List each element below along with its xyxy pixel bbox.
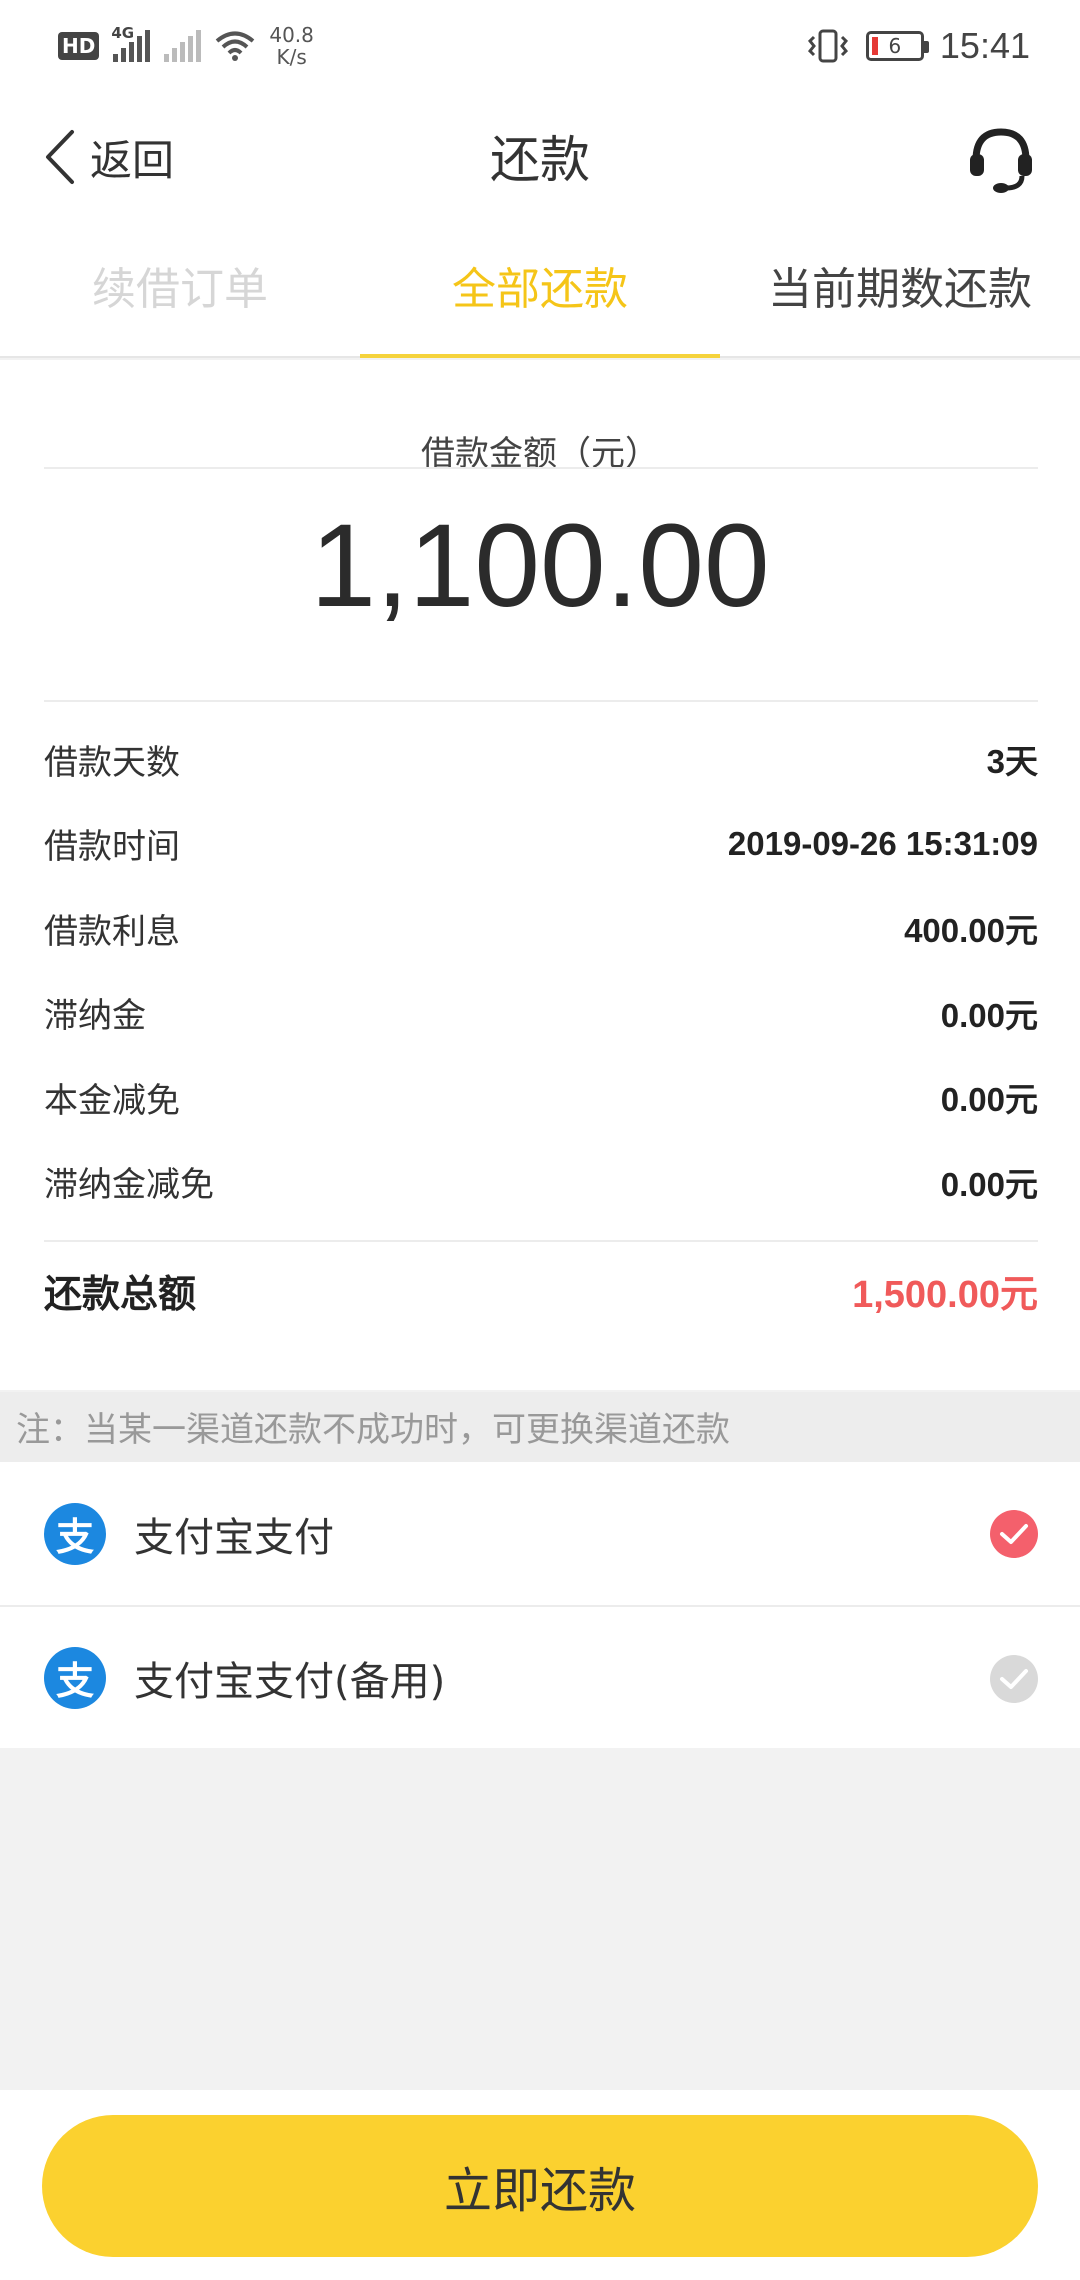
detail-row-principal-waiver: 本金减免 0.00元: [44, 1055, 1038, 1140]
wifi-icon: [216, 31, 255, 61]
status-right: 6 15:41: [806, 22, 1030, 70]
hd-badge: HD: [58, 32, 100, 60]
detail-value: 2019-09-26 15:31:09: [727, 824, 1038, 862]
payment-option-alipay[interactable]: 支 支付宝支付: [0, 1462, 1080, 1605]
total-repayment-row: 还款总额 1,500.00元: [44, 1240, 1038, 1340]
detail-label: 借款利息: [44, 911, 180, 952]
tab-renew-order[interactable]: 续借订单: [0, 222, 360, 356]
page-title: 还款: [490, 131, 590, 189]
loan-amount-value: 1,100.00: [310, 500, 770, 632]
battery-icon: 6: [865, 31, 929, 61]
detail-label: 滞纳金: [44, 996, 146, 1037]
detail-row-loan-time: 借款时间 2019-09-26 15:31:09: [44, 802, 1038, 887]
payment-method-list: 支 支付宝支付 支 支付宝支付(备用): [0, 1462, 1080, 1748]
cellular-signal-icon: 4G: [111, 24, 151, 62]
status-bar: HD 4G 40.8 K/s 6 15:41: [0, 0, 1080, 92]
payment-option-alipay-backup[interactable]: 支 支付宝支付(备用): [0, 1605, 1080, 1748]
status-left: HD 4G 40.8 K/s: [58, 22, 314, 70]
detail-label: 本金减免: [44, 1080, 180, 1121]
channel-note-text: 注：当某一渠道还款不成功时，可更换渠道还款: [16, 1410, 730, 1450]
detail-row-interest: 借款利息 400.00元: [44, 886, 1038, 971]
tab-current-period-repayment[interactable]: 当前期数还款: [720, 222, 1080, 356]
detail-label: 借款天数: [44, 742, 180, 783]
alipay-icon: 支: [44, 1502, 106, 1565]
loan-summary: 借款金额（元） 1,100.00 借款天数 3天 借款时间 2019-09-26…: [0, 360, 1080, 1390]
summary-divider-top: [44, 700, 1038, 702]
repayment-screen: HD 4G 40.8 K/s 6 15:41 返回 还款 续借订单 全部还款 当…: [0, 0, 1080, 2280]
secondary-signal-icon: [164, 30, 202, 62]
network-type-label: 4G: [111, 24, 135, 42]
payment-option-label: 支付宝支付: [134, 1514, 334, 1561]
detail-value: 0.00元: [940, 996, 1038, 1034]
channel-note: 注：当某一渠道还款不成功时，可更换渠道还款: [0, 1392, 1080, 1462]
detail-value: 3天: [986, 743, 1038, 781]
vibrate-icon: [807, 29, 848, 63]
detail-value: 400.00元: [904, 912, 1038, 950]
detail-row-loan-days: 借款天数 3天: [44, 717, 1038, 802]
battery-level: 6: [888, 34, 902, 58]
detail-row-late-fee: 滞纳金 0.00元: [44, 971, 1038, 1056]
network-speed-unit: K/s: [276, 45, 307, 69]
total-repayment-label: 还款总额: [44, 1271, 197, 1316]
total-repayment-value: 1,500.00元: [852, 1273, 1038, 1316]
detail-value: 0.00元: [940, 1081, 1038, 1119]
network-speed-value: 40.8: [269, 23, 314, 47]
loan-detail-list: 借款天数 3天 借款时间 2019-09-26 15:31:09 借款利息 40…: [44, 717, 1038, 1224]
alipay-icon: 支: [44, 1646, 106, 1709]
network-speed: 40.8 K/s: [269, 24, 314, 68]
tab-full-repayment[interactable]: 全部还款: [360, 222, 720, 358]
repay-now-button[interactable]: 立即还款: [42, 2115, 1038, 2257]
detail-value: 0.00元: [940, 1165, 1038, 1203]
detail-label: 滞纳金减免: [44, 1165, 214, 1206]
checkmark-selected-icon[interactable]: [990, 1510, 1038, 1558]
checkmark-unselected-icon[interactable]: [990, 1655, 1038, 1703]
detail-label: 借款时间: [44, 827, 180, 868]
repayment-tabs: 续借订单 全部还款 当前期数还款: [0, 222, 1080, 358]
payment-option-label: 支付宝支付(备用): [134, 1658, 446, 1705]
status-time: 15:41: [939, 25, 1030, 66]
headset-icon[interactable]: [964, 122, 1038, 196]
nav-bar: 返回 还款: [0, 92, 1080, 222]
detail-row-late-fee-waiver: 滞纳金减免 0.00元: [44, 1140, 1038, 1225]
bottom-action-bar: 立即还款: [0, 2090, 1080, 2280]
divider: [44, 467, 1038, 469]
